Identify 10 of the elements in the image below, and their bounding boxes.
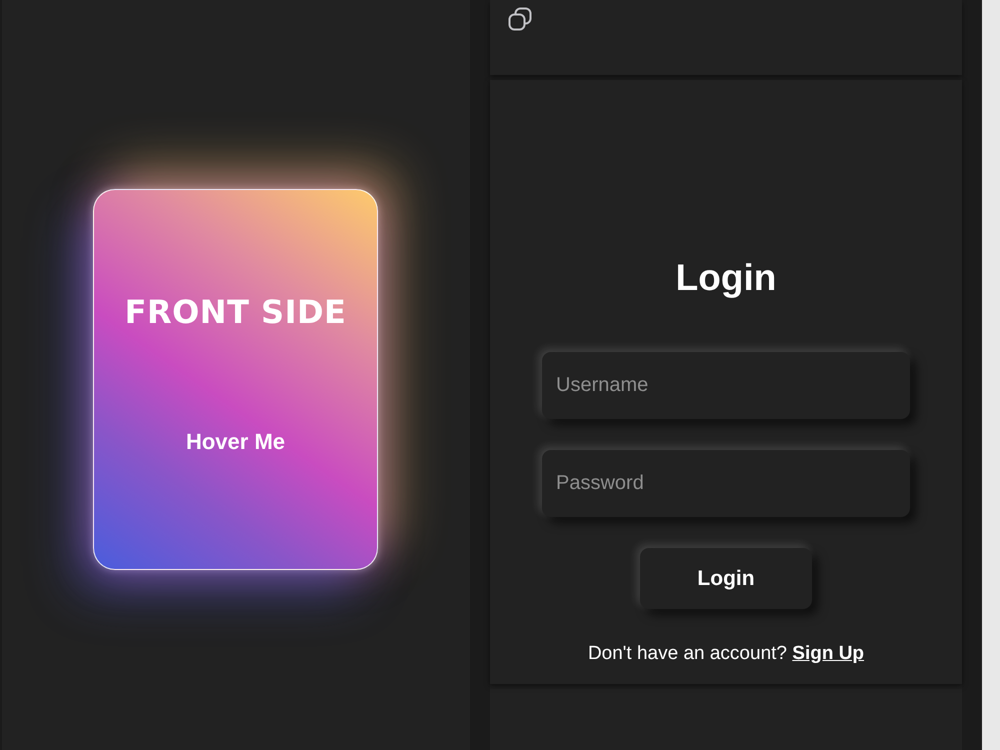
card-title: FRONT SIDE	[124, 293, 346, 331]
login-button[interactable]: Login	[640, 548, 812, 609]
input-field[interactable]: Username	[542, 352, 910, 419]
signup-link[interactable]: Sign Up	[792, 643, 864, 664]
signup-prompt: Don't have an account? Sign Up	[588, 643, 864, 665]
card-hint: Hover Me	[186, 429, 286, 455]
flip-card[interactable]: FRONT SIDE Hover Me	[93, 189, 378, 570]
input-field[interactable]: Password	[542, 450, 910, 517]
copy-icon[interactable]	[508, 7, 533, 32]
login-title: Login	[676, 256, 776, 299]
